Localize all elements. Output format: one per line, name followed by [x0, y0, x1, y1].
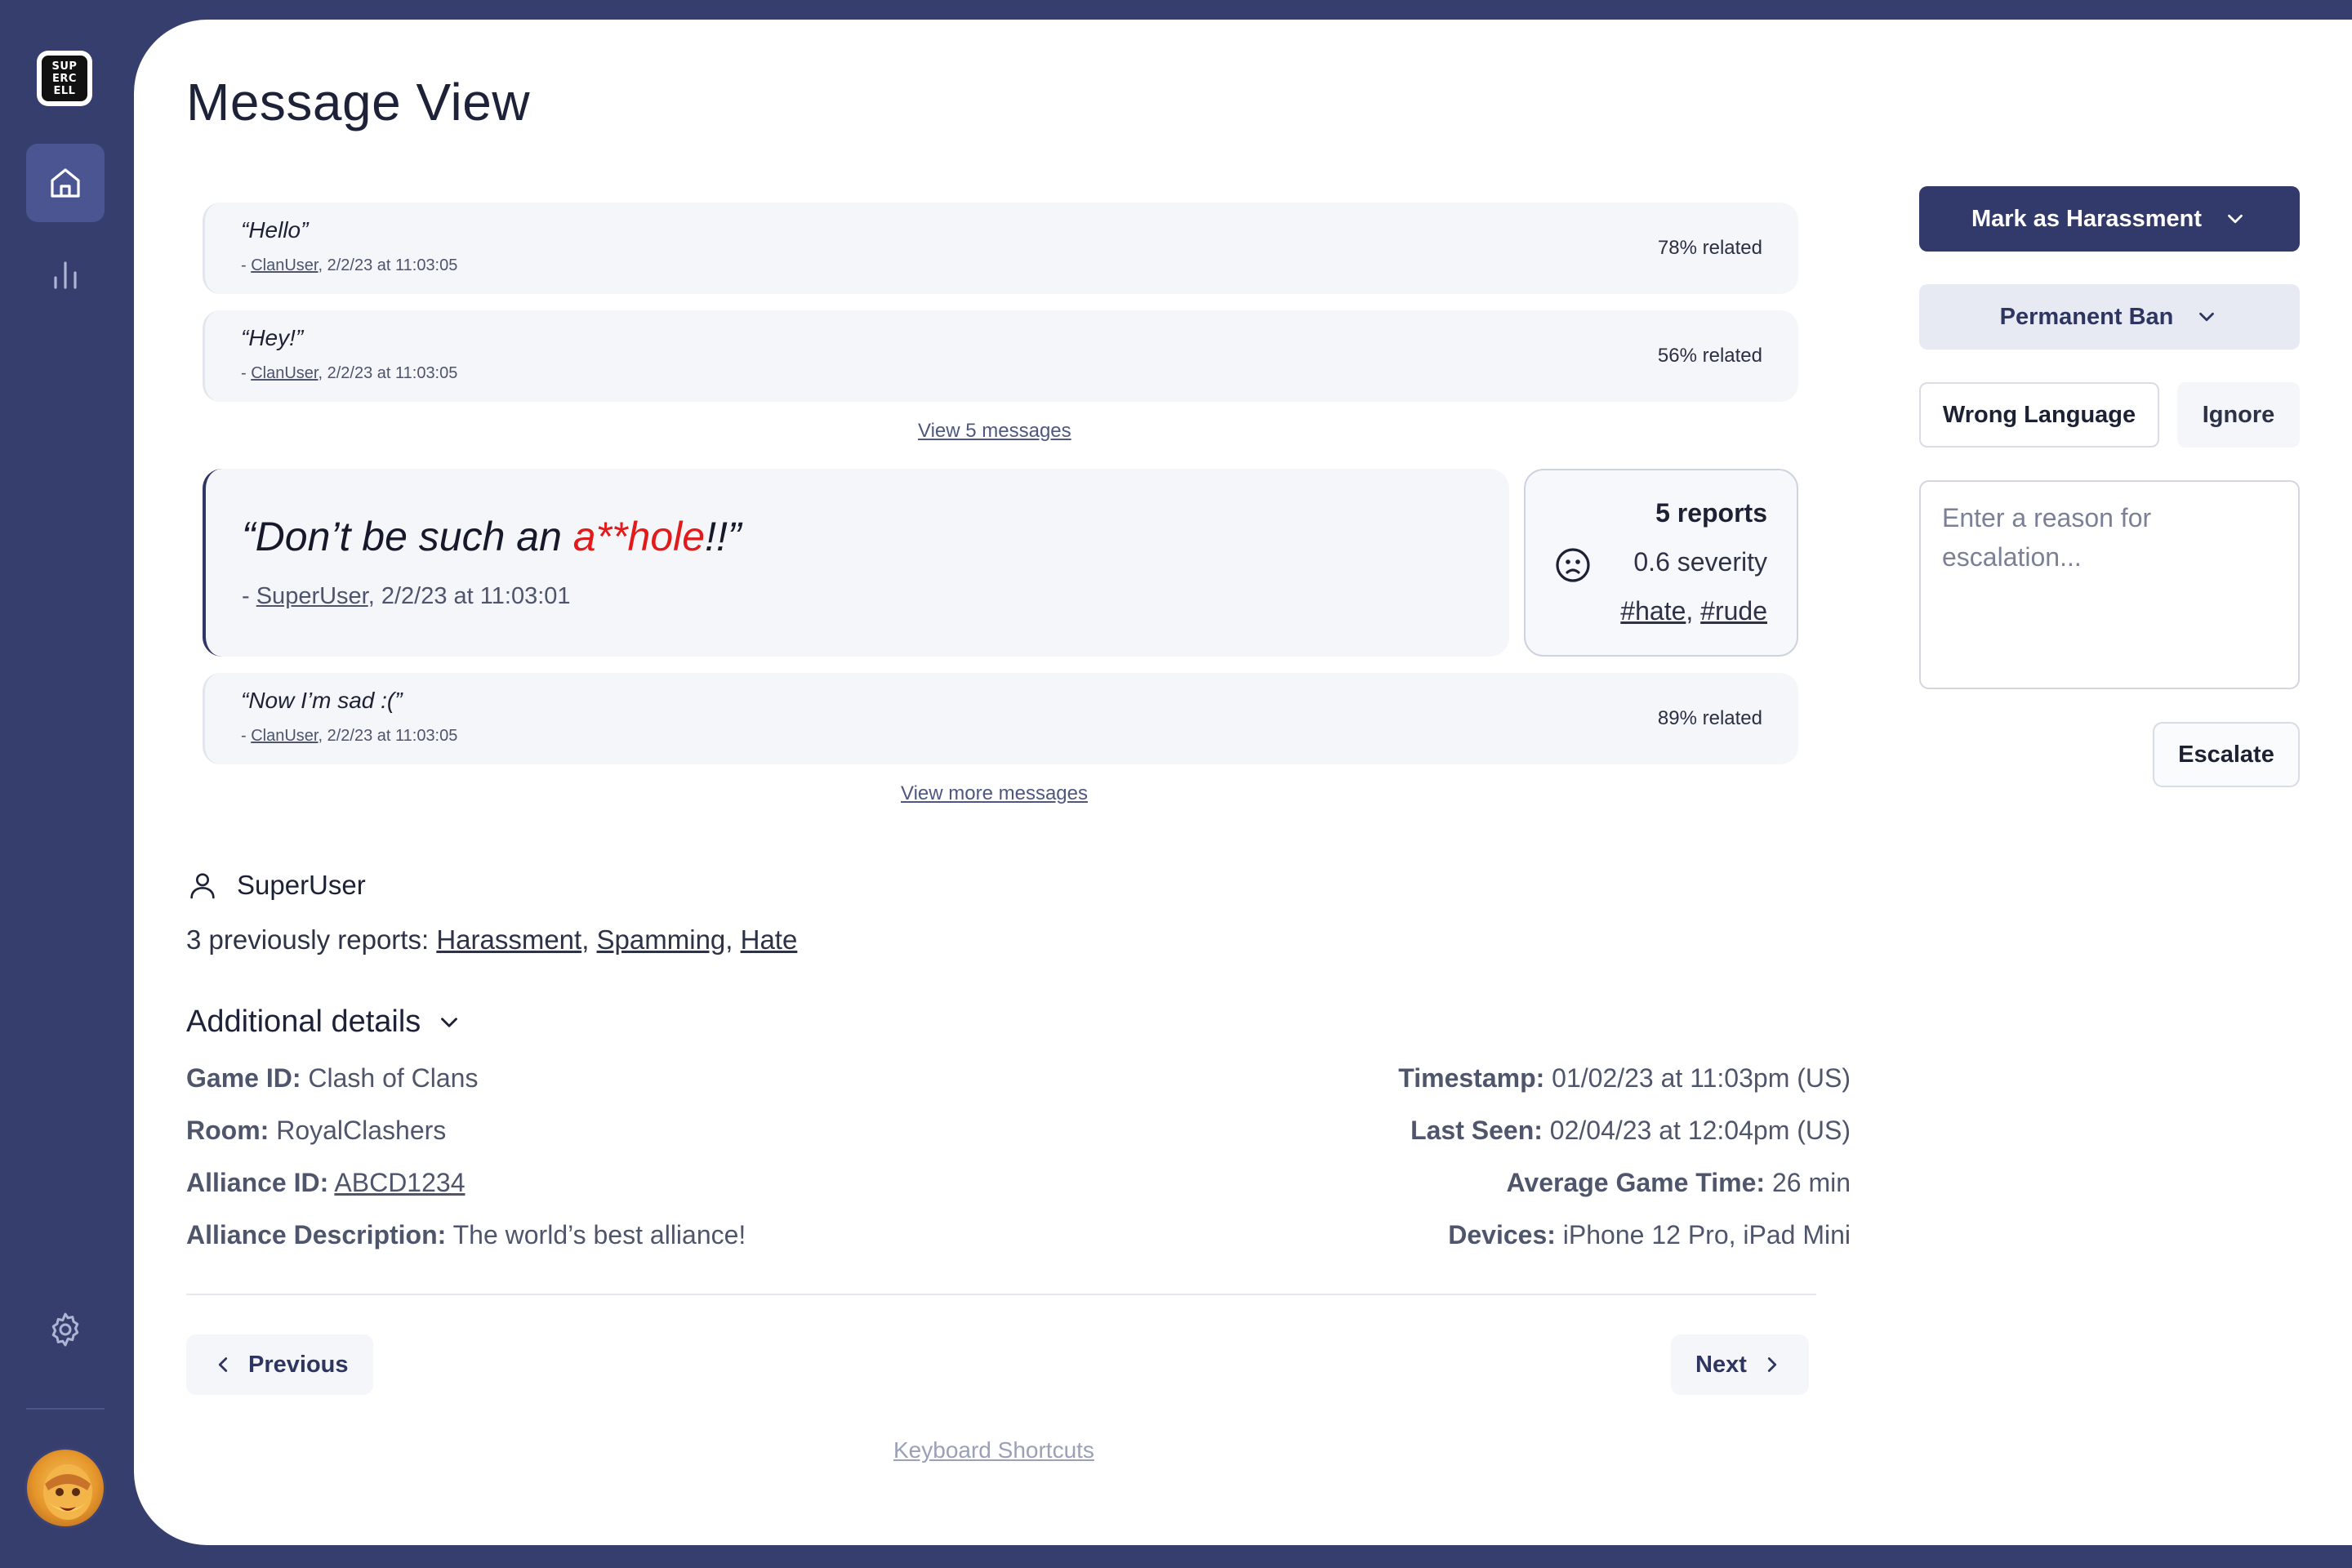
- detail-average-game-time: Average Game Time: 26 min: [1506, 1168, 1851, 1197]
- report-summary: 5 reports 0.6 severity #hate, #rude: [1524, 469, 1798, 657]
- ignore-button[interactable]: Ignore: [2177, 382, 2300, 448]
- next-label: Next: [1695, 1351, 1747, 1378]
- escalation-reason-input[interactable]: [1919, 480, 2300, 689]
- message-meta: - ClanUser, 2/2/23 at 11:03:05: [241, 727, 458, 745]
- report-category-link[interactable]: Spamming: [597, 924, 726, 955]
- detail-alliance-id: Alliance ID: ABCD1234: [186, 1168, 466, 1197]
- gear-icon: [51, 1312, 79, 1347]
- tag-link[interactable]: #hate: [1620, 596, 1686, 626]
- nav-home[interactable]: [26, 144, 105, 222]
- detail-timestamp: Timestamp: 01/02/23 at 11:03pm (US): [1398, 1063, 1851, 1093]
- previous-button[interactable]: Previous: [186, 1334, 373, 1395]
- chevron-left-icon: [218, 1357, 228, 1372]
- related-score: 56% related: [1657, 345, 1762, 367]
- page-title: Message View: [186, 73, 531, 131]
- escalate-button[interactable]: Escalate: [2153, 722, 2300, 787]
- detail-room: Room: RoyalClashers: [186, 1116, 447, 1145]
- wrong-language-button[interactable]: Wrong Language: [1919, 382, 2159, 448]
- mark-as-label: Mark as Harassment: [1971, 205, 2203, 232]
- flagged-message-meta: - SuperUser, 2/2/23 at 11:03:01: [242, 583, 571, 609]
- message-text: “Hey!”: [241, 325, 304, 350]
- related-score: 89% related: [1657, 707, 1762, 729]
- message-meta: - ClanUser, 2/2/23 at 11:03:05: [241, 364, 458, 382]
- report-category-link[interactable]: Hate: [741, 924, 798, 955]
- reported-user: SuperUser: [186, 869, 366, 902]
- sad-face-icon: [1556, 548, 1590, 582]
- chevron-down-icon: [441, 1017, 458, 1027]
- chevron-down-icon: [2199, 312, 2215, 322]
- bar-chart-icon: [54, 261, 77, 289]
- flagged-message-text: “Don’t be such an a**hole!!”: [242, 514, 742, 559]
- message-meta: - ClanUser, 2/2/23 at 11:03:05: [241, 256, 458, 274]
- report-count: 5 reports: [1655, 498, 1767, 528]
- user-avatar[interactable]: [24, 1447, 106, 1529]
- flagged-user-link[interactable]: SuperUser: [256, 583, 368, 609]
- detail-alliance-description: Alliance Description: The world’s best a…: [186, 1220, 746, 1250]
- message-user-link[interactable]: ClanUser: [251, 256, 318, 274]
- main-panel: Message View “Hello” - ClanUser, 2/2/23 …: [134, 20, 2352, 1545]
- keyboard-shortcuts-link[interactable]: Keyboard Shortcuts: [893, 1437, 1094, 1463]
- message-text: “Now I’m sad :(”: [241, 688, 403, 713]
- report-category-link[interactable]: Harassment: [436, 924, 581, 955]
- chevron-down-icon: [2228, 214, 2243, 224]
- nav-settings[interactable]: [26, 1290, 105, 1369]
- message-text: “Hello”: [241, 217, 309, 243]
- flagged-word: a**hole: [572, 514, 706, 559]
- previous-reports: 3 previously reports: Harassment, Spammi…: [186, 924, 798, 955]
- home-icon: [51, 168, 80, 198]
- context-message[interactable]: “Hey!” - ClanUser, 2/2/23 at 11:03:05 56…: [203, 310, 1798, 402]
- barbarian-avatar-icon: [43, 1464, 92, 1520]
- divider: [186, 1294, 1816, 1295]
- nav-analytics[interactable]: [26, 235, 105, 314]
- context-message[interactable]: “Now I’m sad :(” - ClanUser, 2/2/23 at 1…: [203, 673, 1798, 764]
- chevron-right-icon: [1767, 1357, 1776, 1372]
- previous-label: Previous: [248, 1351, 349, 1378]
- related-score: 78% related: [1657, 237, 1762, 259]
- reported-user-name: SuperUser: [237, 870, 366, 900]
- permanent-ban-dropdown[interactable]: Permanent Ban: [1919, 284, 2300, 350]
- message-user-link[interactable]: ClanUser: [251, 727, 318, 745]
- logo-text: SUP ERC ELL: [42, 56, 87, 101]
- next-button[interactable]: Next: [1671, 1334, 1809, 1395]
- context-message[interactable]: “Hello” - ClanUser, 2/2/23 at 11:03:05 7…: [203, 203, 1798, 294]
- supercell-logo[interactable]: SUP ERC ELL: [37, 51, 92, 106]
- view-more-messages-link[interactable]: View more messages: [901, 782, 1088, 805]
- detail-last-seen: Last Seen: 02/04/23 at 12:04pm (US): [1410, 1116, 1851, 1145]
- user-icon: [190, 873, 215, 899]
- ban-label: Permanent Ban: [1999, 303, 2174, 330]
- additional-details-title: Additional details: [186, 1004, 421, 1039]
- tag-link[interactable]: #rude: [1700, 596, 1767, 626]
- report-severity: 0.6 severity: [1633, 547, 1767, 577]
- additional-details-toggle[interactable]: Additional details: [186, 1004, 463, 1040]
- mark-as-harassment-dropdown[interactable]: Mark as Harassment: [1919, 186, 2300, 252]
- report-tags: #hate, #rude: [1620, 596, 1767, 626]
- detail-devices: Devices: iPhone 12 Pro, iPad Mini: [1448, 1220, 1851, 1250]
- flagged-message: “Don’t be such an a**hole!!” - SuperUser…: [203, 469, 1509, 657]
- message-user-link[interactable]: ClanUser: [251, 364, 318, 382]
- sidebar-divider: [26, 1408, 105, 1410]
- sidebar: SUP ERC ELL: [0, 0, 134, 1568]
- detail-game-id: Game ID: Clash of Clans: [186, 1063, 479, 1093]
- alliance-id-link[interactable]: ABCD1234: [334, 1168, 465, 1197]
- view-5-messages-link[interactable]: View 5 messages: [918, 420, 1071, 443]
